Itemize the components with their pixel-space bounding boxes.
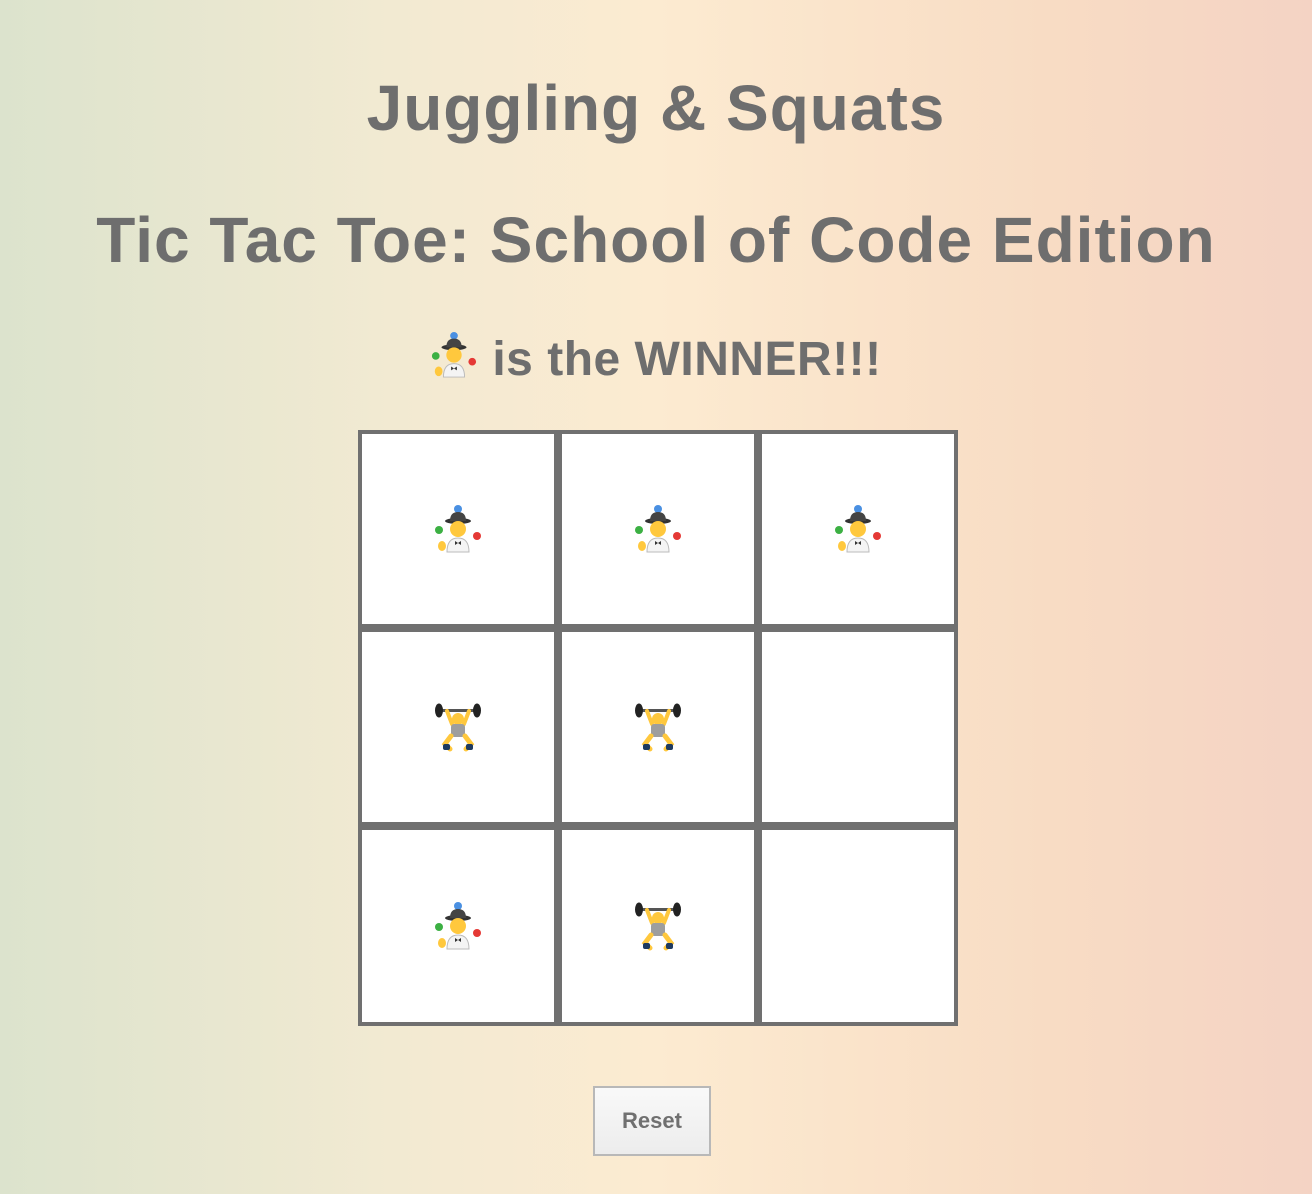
page-title: Juggling & Squats: [366, 72, 946, 144]
winner-status: is the WINNER!!!: [0, 330, 1312, 390]
board-cell-6[interactable]: [358, 826, 558, 1026]
reset-button[interactable]: Reset: [593, 1086, 711, 1156]
juggler-icon: [433, 901, 483, 951]
board-cell-8[interactable]: [758, 826, 958, 1026]
page-subtitle: Tic Tac Toe: School of Code Edition: [96, 204, 1216, 276]
board-cell-0[interactable]: [358, 430, 558, 628]
juggler-icon: [430, 331, 478, 379]
game-board: [358, 430, 958, 1026]
board-cell-3[interactable]: [358, 628, 558, 826]
juggler-icon: [633, 504, 683, 554]
board-cell-2[interactable]: [758, 430, 958, 628]
weightlifter-icon: [633, 702, 683, 752]
board-cell-7[interactable]: [558, 826, 758, 1026]
board-cell-5[interactable]: [758, 628, 958, 826]
juggler-icon: [833, 504, 883, 554]
weightlifter-icon: [633, 901, 683, 951]
weightlifter-icon: [433, 702, 483, 752]
board-cell-1[interactable]: [558, 430, 758, 628]
board-cell-4[interactable]: [558, 628, 758, 826]
status-text: is the WINNER!!!: [492, 333, 882, 386]
juggler-icon: [433, 504, 483, 554]
